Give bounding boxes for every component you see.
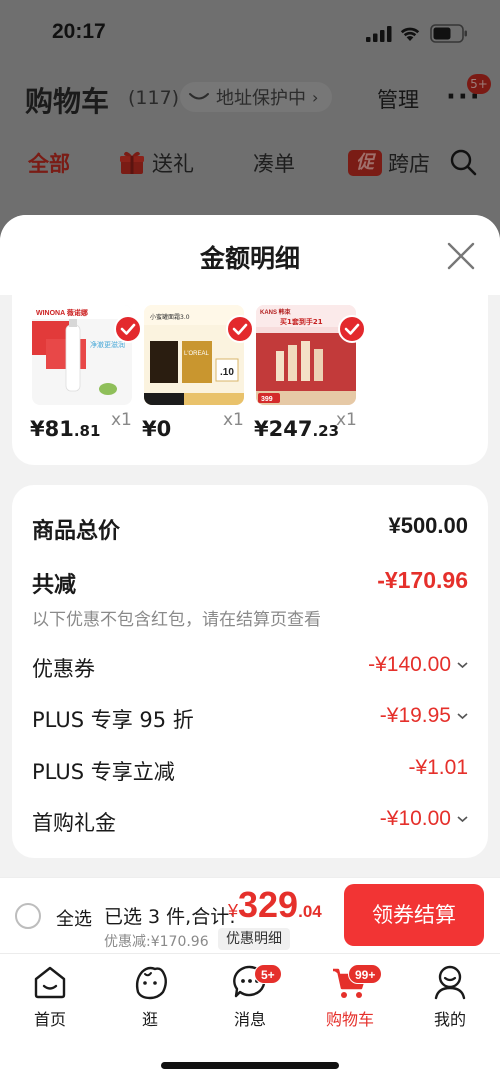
- reduce-value: -¥170.96: [377, 567, 468, 593]
- chevron-down-icon: [457, 662, 468, 669]
- tab-promo[interactable]: 促 跨店: [348, 148, 430, 178]
- sheet-title: 金额明细: [199, 244, 300, 273]
- checked-icon: [226, 315, 254, 343]
- checked-icon: [114, 315, 142, 343]
- bottom-tab-bar: 首页 逛 消息 5+ 购物车 99+ 我的: [0, 953, 500, 1083]
- discount-detail-button[interactable]: 优惠明细: [218, 928, 290, 950]
- shield-icon: [189, 93, 209, 100]
- price-summary-card: 商品总价 ¥500.00 共减 -¥170.96 以下优惠不包含红包，请在结算页…: [12, 485, 488, 858]
- checked-icon: [338, 315, 366, 343]
- total-label: 商品总价: [32, 519, 121, 544]
- home-icon: [34, 966, 66, 999]
- product-caption: 买1套到手21: [280, 317, 323, 326]
- cart-badge: 99+: [348, 964, 383, 984]
- product-quantity: x1: [336, 410, 357, 430]
- more-badge: 5+: [467, 74, 491, 94]
- tab-all-label: 全部: [28, 152, 70, 176]
- chevron-right-icon: ›: [312, 87, 319, 107]
- signal-icon: [366, 26, 392, 42]
- promo-icon: 促: [348, 150, 382, 176]
- svg-text:.10: .10: [220, 367, 234, 378]
- plus-reduce-value: -¥1.01: [408, 756, 468, 779]
- cart-count: (117): [128, 87, 180, 109]
- product-brand-text: KANS 韩束: [260, 308, 292, 316]
- product-quantity: x1: [111, 410, 132, 430]
- profile-icon: [434, 965, 466, 1000]
- product-price: ¥81.81: [30, 417, 101, 441]
- status-bar: 20:17: [0, 0, 500, 60]
- browse-face-icon: [135, 966, 167, 1000]
- product-quantity: x1: [223, 410, 244, 430]
- product-price: ¥247.23: [254, 417, 340, 441]
- page-title: 购物车: [25, 85, 110, 118]
- discount-amount: 优惠减:¥170.96: [104, 934, 209, 950]
- total-value: ¥500.00: [388, 513, 468, 538]
- address-protect-pill[interactable]: 地址保护中 ›: [180, 82, 333, 112]
- tab-bundle[interactable]: 凑单: [253, 148, 295, 178]
- address-protect-label: 地址保护中: [216, 88, 306, 109]
- checkout-button[interactable]: 领券结算: [344, 884, 484, 946]
- plus-reduce-label: PLUS 专享立减: [32, 760, 175, 784]
- selected-count-text: 已选 3 件,合计:: [104, 906, 236, 928]
- reduce-label: 共减: [32, 573, 77, 598]
- select-all-label[interactable]: 全选: [56, 905, 92, 931]
- plus-discount-label: PLUS 专享 95 折: [32, 708, 194, 732]
- nav-profile[interactable]: 我的: [410, 962, 490, 1030]
- status-time: 20:17: [52, 20, 106, 43]
- chevron-down-icon: [457, 713, 468, 720]
- plus-discount-value[interactable]: -¥19.95: [380, 704, 468, 728]
- chevron-down-icon: [457, 816, 468, 823]
- nav-cart-label: 购物车: [325, 1010, 374, 1029]
- product-brand-text: WINONA 薇诺娜: [36, 308, 88, 317]
- search-icon[interactable]: [449, 148, 477, 176]
- tab-promo-label: 跨店: [388, 152, 430, 176]
- nav-browse-label: 逛: [141, 1010, 158, 1029]
- more-button[interactable]: ··· 5+: [443, 74, 491, 114]
- total-price: ¥329.04: [228, 884, 322, 925]
- coupon-value[interactable]: -¥140.00: [368, 653, 468, 677]
- filter-tabs: 全部 送礼 凑单 促 跨店: [0, 140, 500, 185]
- tab-gift-label: 送礼: [152, 152, 194, 176]
- nav-cart[interactable]: 购物车 99+: [310, 962, 390, 1030]
- first-buy-label: 首购礼金: [32, 811, 116, 835]
- manage-button[interactable]: 管理: [377, 84, 419, 114]
- svg-text:399: 399: [261, 396, 273, 403]
- cart-header: 购物车 (117) 地址保护中 › 管理 ··· 5+: [0, 60, 500, 140]
- coupon-label: 优惠券: [32, 657, 95, 681]
- home-indicator: [161, 1062, 339, 1069]
- first-buy-value[interactable]: -¥10.00: [380, 807, 468, 831]
- nav-profile-label: 我的: [433, 1010, 466, 1029]
- battery-icon: [430, 24, 467, 43]
- product-caption: L'OREAL: [184, 351, 209, 357]
- nav-home-label: 首页: [33, 1010, 66, 1029]
- nav-messages-label: 消息: [233, 1010, 266, 1029]
- nav-messages[interactable]: 消息 5+: [210, 962, 290, 1030]
- tab-all[interactable]: 全部: [28, 148, 70, 178]
- close-icon[interactable]: [444, 239, 478, 273]
- products-card: WINONA 薇诺娜 净澈更滋润 ¥81.81 x1 小蜜罐面霜3.0 L'OR…: [12, 295, 488, 465]
- checkout-bar: 全选 已选 3 件,合计: ¥329.04 优惠减:¥170.96 优惠明细 领…: [0, 877, 500, 953]
- wifi-icon: [400, 27, 420, 41]
- nav-home[interactable]: 首页: [10, 962, 90, 1030]
- nav-browse[interactable]: 逛: [110, 962, 190, 1030]
- select-all-checkbox[interactable]: [15, 903, 41, 929]
- reduce-note: 以下优惠不包含红包，请在结算页查看: [32, 610, 321, 630]
- product-brand-text: 小蜜罐面霜3.0: [150, 313, 190, 321]
- tab-gift[interactable]: 送礼: [118, 148, 194, 178]
- product-price: ¥0: [142, 417, 172, 441]
- messages-badge: 5+: [254, 964, 282, 984]
- sheet-header: 金额明细: [0, 215, 500, 295]
- gift-icon: [120, 151, 144, 174]
- tab-bundle-label: 凑单: [253, 152, 295, 176]
